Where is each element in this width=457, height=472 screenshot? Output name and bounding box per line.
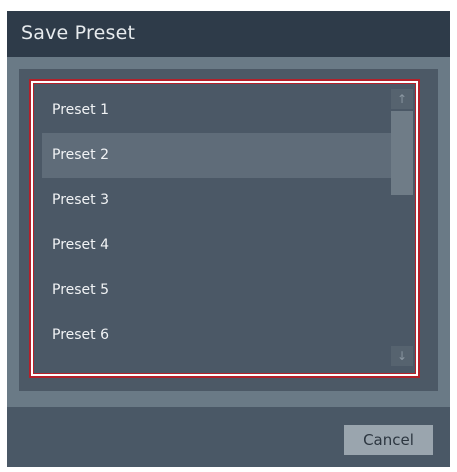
list-item-preset-2[interactable]: Preset 2 [42, 133, 393, 178]
dialog-footer: Cancel [7, 407, 450, 467]
dialog-content: Preset 1 Preset 2 Preset 3 Preset 4 Pres… [7, 57, 450, 407]
list-scrollbar[interactable]: ↑ ↓ [391, 89, 413, 366]
list-item-preset-3[interactable]: Preset 3 [42, 178, 393, 223]
list-item-preset-1[interactable]: Preset 1 [42, 88, 393, 133]
preset-list[interactable]: Preset 1 Preset 2 Preset 3 Preset 4 Pres… [33, 83, 416, 374]
list-item-preset-5[interactable]: Preset 5 [42, 268, 393, 313]
dialog-titlebar: Save Preset [7, 11, 450, 57]
cancel-button[interactable]: Cancel [344, 425, 433, 455]
preset-list-container: Preset 1 Preset 2 Preset 3 Preset 4 Pres… [19, 69, 438, 391]
list-item-preset-4[interactable]: Preset 4 [42, 223, 393, 268]
list-item-preset-6[interactable]: Preset 6 [42, 313, 393, 358]
save-preset-dialog: Save Preset Preset 1 Preset 2 Preset 3 P… [7, 11, 450, 467]
preset-list-focus-frame: Preset 1 Preset 2 Preset 3 Preset 4 Pres… [29, 79, 420, 378]
scroll-thumb[interactable] [391, 111, 413, 195]
dialog-title: Save Preset [21, 22, 136, 44]
scroll-down-icon[interactable]: ↓ [391, 346, 413, 366]
scroll-up-icon[interactable]: ↑ [391, 89, 413, 109]
